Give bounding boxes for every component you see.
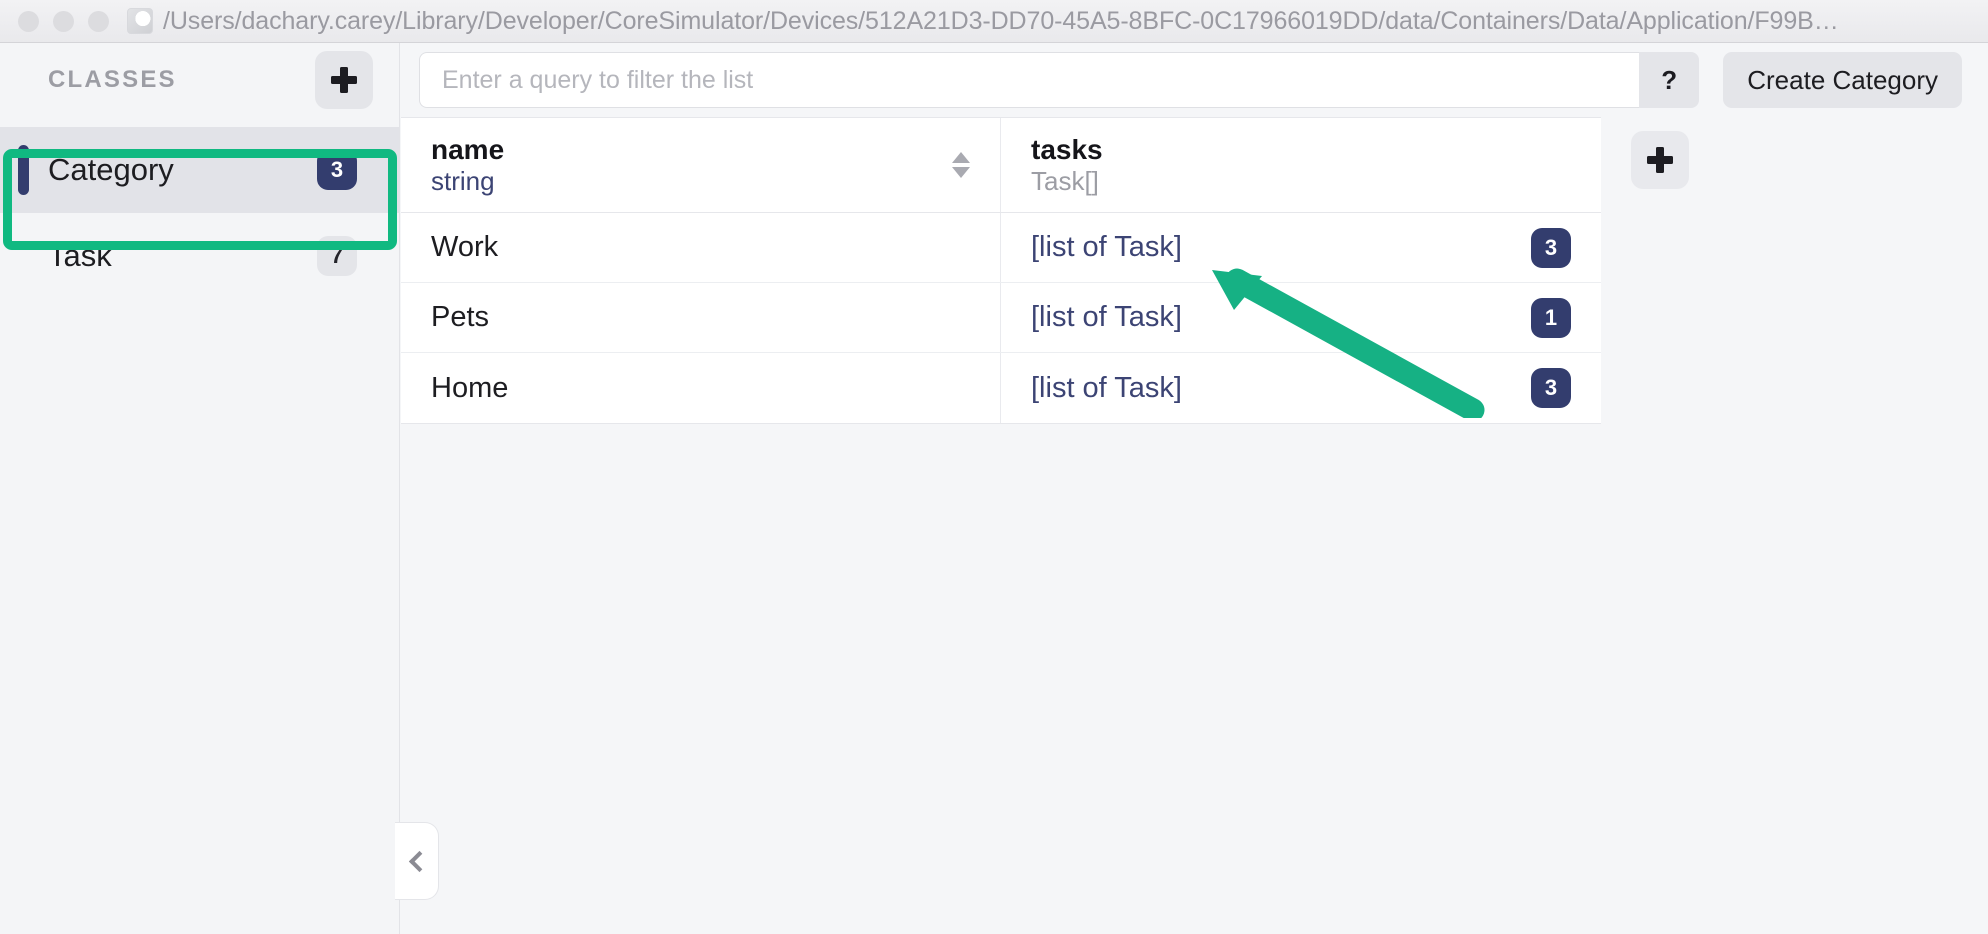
row-work-tasks-link[interactable]: [list of Task] <box>1031 231 1182 264</box>
table-row[interactable]: Pets [list of Task] 1 <box>401 283 1601 353</box>
sidebar-item-count-badge: 3 <box>317 150 357 190</box>
sidebar-header: CLASSES <box>0 43 399 117</box>
app-icon <box>127 8 153 34</box>
query-toolbar: ? Create Category <box>401 43 1988 117</box>
table-row[interactable]: Work [list of Task] 3 <box>401 213 1601 283</box>
window-title-path: /Users/dachary.carey/Library/Developer/C… <box>163 6 1839 35</box>
column-header-name[interactable]: name string <box>401 118 1001 212</box>
main-panel: ? Create Category name string <box>401 43 1988 934</box>
row-pets-tasks-link[interactable]: [list of Task] <box>1031 301 1182 334</box>
table-row[interactable]: Home [list of Task] 3 <box>401 353 1601 423</box>
add-property-button[interactable] <box>1631 131 1689 189</box>
plus-icon <box>331 67 357 93</box>
tasks-count-badge: 1 <box>1531 297 1571 338</box>
selected-accent-bar <box>18 145 29 195</box>
query-help-button[interactable]: ? <box>1639 52 1700 108</box>
cell-tasks[interactable]: [list of Task] 1 <box>1001 283 1601 352</box>
add-class-button[interactable] <box>315 51 373 109</box>
class-list: Category 3 Task 7 <box>0 127 399 299</box>
sidebar-item-category[interactable]: Category 3 <box>0 127 399 213</box>
sort-updown-icon[interactable] <box>952 152 970 178</box>
create-category-button[interactable]: Create Category <box>1723 52 1962 108</box>
column-type-label: string <box>431 166 495 197</box>
tasks-count-badge: 3 <box>1531 368 1571 408</box>
column-name-label: tasks <box>1031 133 1103 165</box>
column-type-label: Task[] <box>1031 166 1099 197</box>
sidebar-collapse-button[interactable] <box>395 822 439 900</box>
app-window: /Users/dachary.carey/Library/Developer/C… <box>0 0 1988 934</box>
cell-tasks[interactable]: [list of Task] 3 <box>1001 353 1601 423</box>
traffic-light-group <box>18 10 109 32</box>
zoom-button[interactable] <box>88 10 109 32</box>
sidebar-item-label: Category <box>48 152 174 187</box>
cell-name[interactable]: Home <box>401 353 1001 423</box>
sidebar-item-task[interactable]: Task 7 <box>0 213 399 299</box>
cell-name[interactable]: Work <box>401 213 1001 282</box>
classes-sidebar: CLASSES Category 3 Task 7 <box>0 43 400 934</box>
data-table: name string tasks Task[] Work [list of T… <box>401 117 1601 424</box>
table-header-row: name string tasks Task[] <box>401 118 1601 213</box>
column-header-tasks[interactable]: tasks Task[] <box>1001 118 1601 212</box>
tasks-count-badge: 3 <box>1531 227 1571 268</box>
cell-name[interactable]: Pets <box>401 283 1001 352</box>
data-table-area: name string tasks Task[] Work [list of T… <box>401 117 1988 424</box>
plus-icon <box>1647 147 1673 173</box>
minimize-button[interactable] <box>53 10 74 32</box>
row-home-tasks-link[interactable]: [list of Task] <box>1031 372 1182 405</box>
chevron-left-icon <box>408 850 430 872</box>
column-name-label: name <box>431 133 505 165</box>
query-input[interactable] <box>419 52 1640 108</box>
window-titlebar: /Users/dachary.carey/Library/Developer/C… <box>0 0 1988 43</box>
sidebar-item-label: Task <box>48 238 112 273</box>
sidebar-title: CLASSES <box>48 66 177 93</box>
query-field-group: ? <box>419 52 1700 108</box>
close-button[interactable] <box>18 10 39 32</box>
cell-tasks[interactable]: [list of Task] 3 <box>1001 213 1601 282</box>
sidebar-item-count-badge: 7 <box>317 236 357 276</box>
